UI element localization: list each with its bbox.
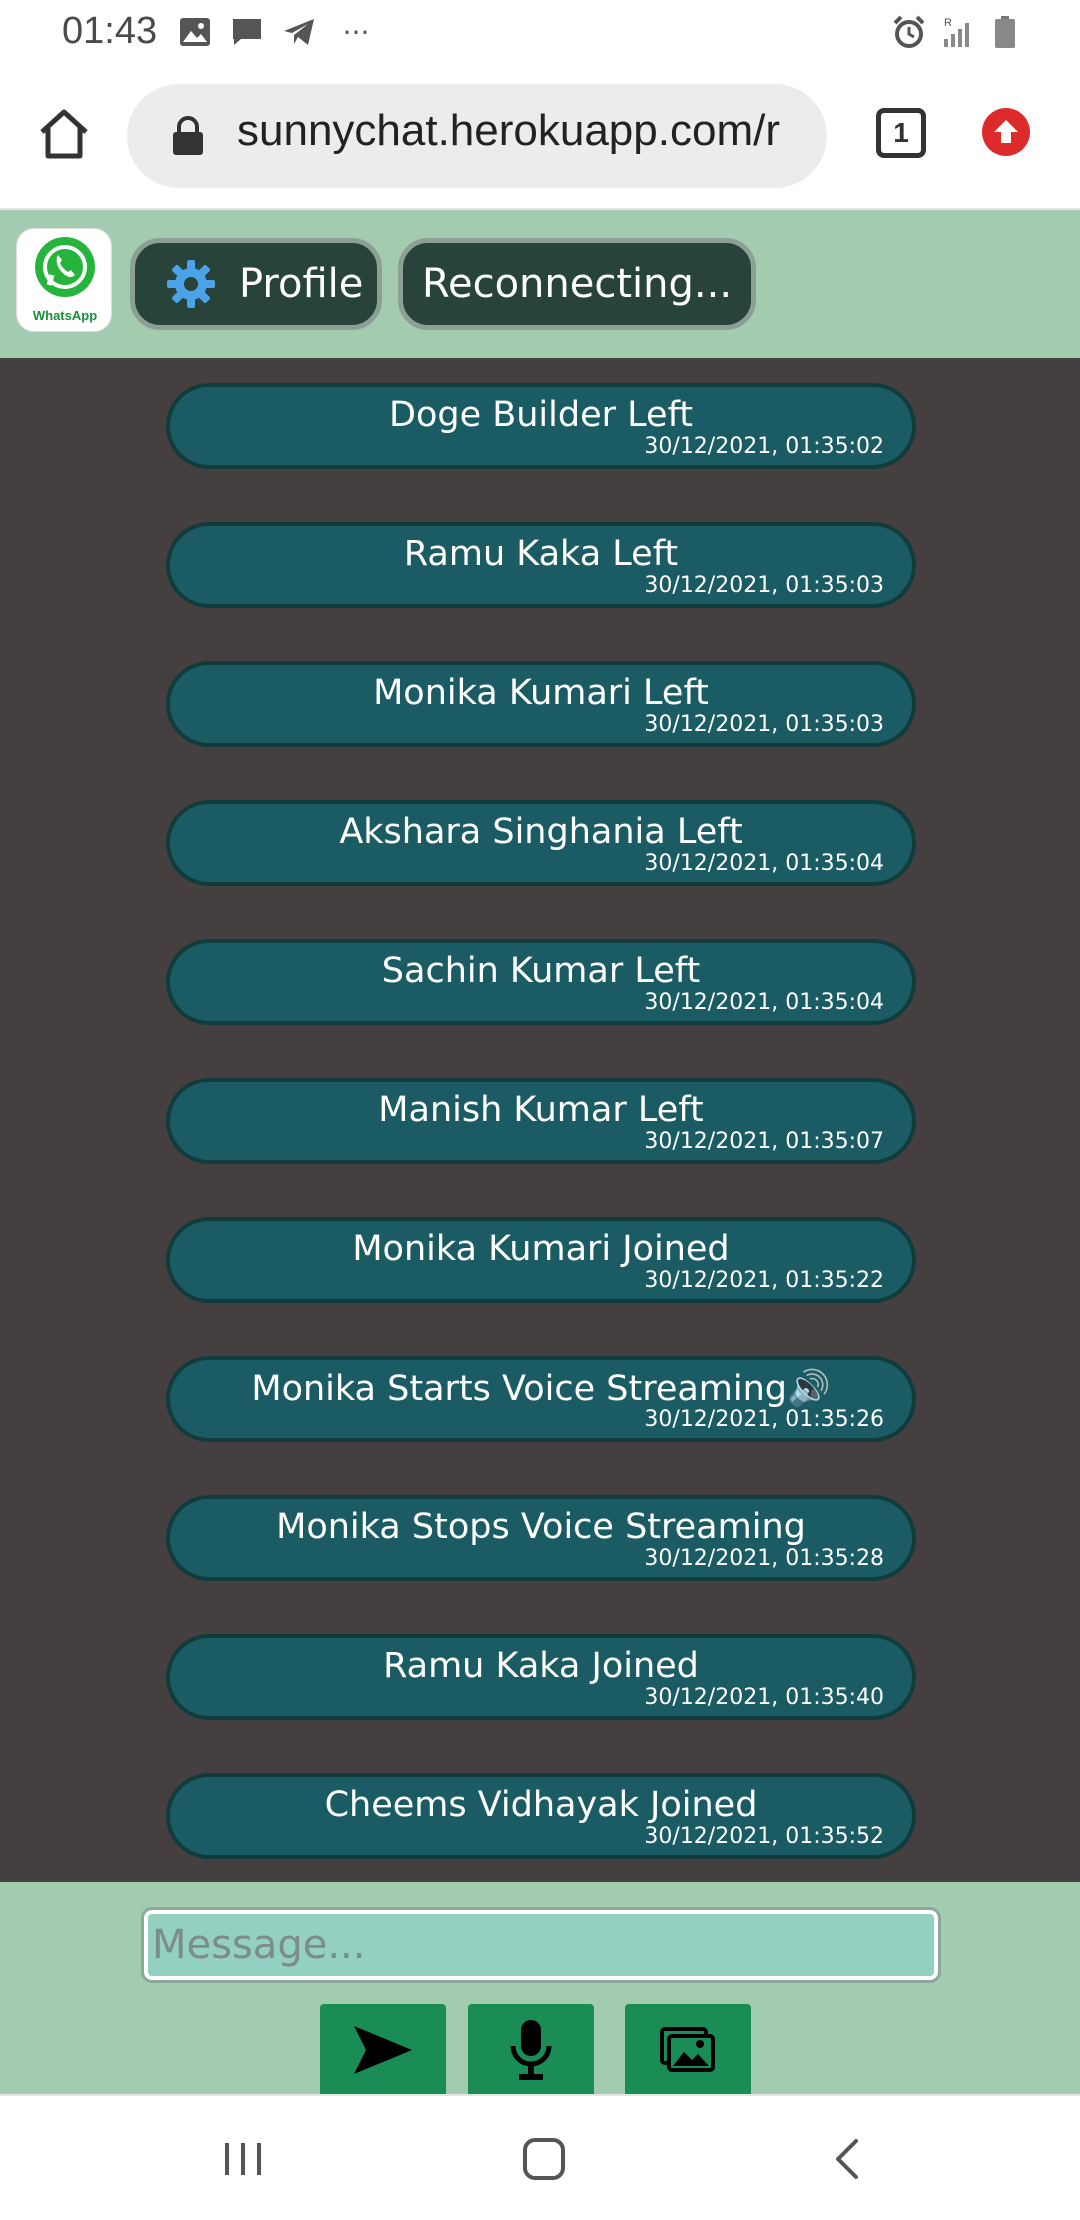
back-button[interactable]	[812, 2126, 882, 2192]
message-time: 30/12/2021, 01:35:26	[644, 1407, 884, 1432]
whatsapp-icon	[35, 237, 95, 297]
message-text: Doge Builder Left	[389, 395, 693, 435]
system-message: Akshara Singhania Left 30/12/2021, 01:35…	[166, 800, 916, 886]
message-time: 30/12/2021, 01:35:40	[644, 1685, 884, 1710]
system-message: Doge Builder Left 30/12/2021, 01:35:02	[166, 383, 916, 469]
system-message: Monika Starts Voice Streaming🔊 30/12/202…	[166, 1356, 916, 1442]
back-icon	[836, 2139, 858, 2179]
profile-label: Profile	[239, 261, 364, 307]
tabs-button[interactable]: 1	[876, 108, 926, 158]
voice-button[interactable]	[468, 2004, 594, 2096]
message-time: 30/12/2021, 01:35:02	[644, 434, 884, 459]
home-button[interactable]	[36, 106, 92, 162]
message-input[interactable]	[141, 1907, 941, 1983]
status-bar: 01:43 ··· R	[0, 0, 1080, 62]
notification-icons: ···	[178, 12, 378, 52]
message-icon	[230, 15, 264, 49]
message-composer	[0, 1882, 1080, 2096]
gear-icon	[167, 260, 215, 308]
recent-apps-icon	[225, 2143, 261, 2175]
svg-text:R: R	[944, 17, 952, 29]
message-text: Monika Kumari Joined	[352, 1229, 730, 1269]
system-message: Monika Kumari Left 30/12/2021, 01:35:03	[166, 661, 916, 747]
system-message: Monika Kumari Joined 30/12/2021, 01:35:2…	[166, 1217, 916, 1303]
message-time: 30/12/2021, 01:35:03	[644, 573, 884, 598]
app-header: WhatsApp Profile Reconnecting...	[0, 210, 1080, 358]
logo-label: WhatsApp	[32, 308, 98, 323]
whatsapp-logo[interactable]: WhatsApp	[16, 228, 112, 332]
system-message: Monika Stops Voice Streaming 30/12/2021,…	[166, 1495, 916, 1581]
status-time: 01:43	[62, 10, 158, 52]
message-text: Akshara Singhania Left	[339, 812, 743, 852]
image-icon	[178, 15, 212, 49]
profile-button[interactable]: Profile	[130, 238, 382, 330]
home-icon	[40, 109, 88, 159]
telegram-icon	[282, 15, 316, 49]
system-nav-bar	[0, 2094, 1080, 2220]
message-time: 30/12/2021, 01:35:07	[644, 1129, 884, 1154]
message-time: 30/12/2021, 01:35:22	[644, 1268, 884, 1293]
gallery-icon	[660, 2027, 715, 2072]
image-upload-button[interactable]	[625, 2004, 751, 2096]
message-text: Ramu Kaka Left	[403, 534, 679, 574]
arrow-up-icon	[994, 120, 1018, 143]
alarm-icon	[892, 15, 926, 49]
send-button[interactable]	[320, 2004, 446, 2096]
system-message: Cheems Vidhayak Joined 30/12/2021, 01:35…	[166, 1773, 916, 1859]
send-icon	[354, 2026, 412, 2074]
home-nav-button[interactable]	[509, 2126, 579, 2192]
message-text: Ramu Kaka Joined	[383, 1646, 699, 1686]
system-message: Sachin Kumar Left 30/12/2021, 01:35:04	[166, 939, 916, 1025]
system-message: Ramu Kaka Left 30/12/2021, 01:35:03	[166, 522, 916, 608]
url-text: sunnychat.herokuapp.com/r	[237, 106, 780, 155]
battery-icon	[988, 15, 1022, 49]
home-square-icon	[523, 2138, 565, 2180]
lock-icon	[171, 116, 205, 156]
connection-status-button[interactable]: Reconnecting...	[398, 238, 756, 330]
message-text: Monika Stops Voice Streaming	[276, 1507, 806, 1547]
message-time: 30/12/2021, 01:35:52	[644, 1824, 884, 1849]
signal-icon: R	[940, 15, 974, 49]
system-message: Ramu Kaka Joined 30/12/2021, 01:35:40	[166, 1634, 916, 1720]
message-text: Manish Kumar Left	[378, 1090, 704, 1130]
more-icon: ···	[342, 15, 370, 49]
message-text: Sachin Kumar Left	[381, 951, 701, 991]
system-icons: R	[892, 12, 1022, 52]
update-button[interactable]	[982, 108, 1030, 156]
message-time: 30/12/2021, 01:35:04	[644, 990, 884, 1015]
message-text: Cheems Vidhayak Joined	[324, 1785, 758, 1825]
chat-messages[interactable]: Doge Builder Left 30/12/2021, 01:35:02 R…	[0, 358, 1080, 1882]
address-bar[interactable]: sunnychat.herokuapp.com/r	[127, 84, 827, 188]
browser-toolbar: sunnychat.herokuapp.com/r 1	[0, 62, 1080, 210]
recent-apps-button[interactable]	[208, 2126, 278, 2192]
message-time: 30/12/2021, 01:35:28	[644, 1546, 884, 1571]
message-text: Monika Kumari Left	[373, 673, 709, 713]
message-time: 30/12/2021, 01:35:04	[644, 851, 884, 876]
message-time: 30/12/2021, 01:35:03	[644, 712, 884, 737]
system-message: Manish Kumar Left 30/12/2021, 01:35:07	[166, 1078, 916, 1164]
microphone-icon	[510, 2020, 552, 2080]
message-text: Monika Starts Voice Streaming🔊	[251, 1369, 831, 1409]
